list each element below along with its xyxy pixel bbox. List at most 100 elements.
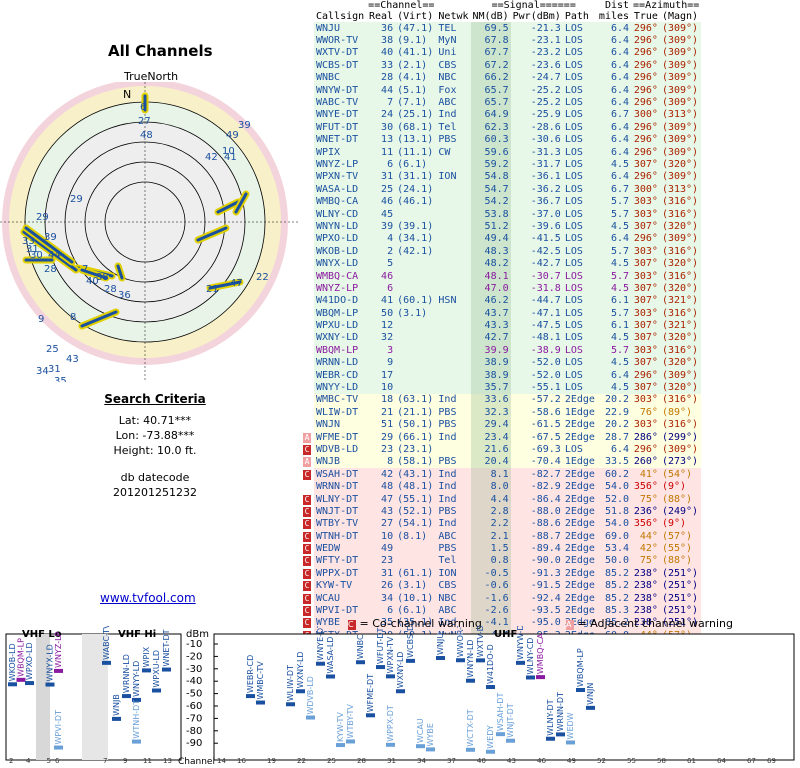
table-row[interactable]: WKOB-LD 2 (42.1) 48.3 -42.5 LOS 5.7 303° (316°) [300,245,702,258]
distance: 50.0 [604,555,630,567]
x-tick: 69 [767,757,776,765]
callsign: WMBQ-CA [316,196,359,208]
table-row[interactable]: WLIW-DT 21 (21.1) PBS 32.3 -58.6 1Edge 22.9 76°(… [300,406,702,419]
table-row[interactable]: WPXN-TV 31 (31.1) ION 54.8 -36.1 LOS 6.4 296° (30… [300,170,702,184]
table-row[interactable]: WNJU 36 (47.1) TEL 69.5 -21.3 LOS 6.4 296° (309°) [300,22,702,35]
table-row[interactable]: WPXO-LD 4 (34.1) 49.4 -41.5 LOS 6.4 296° (309°) [300,232,702,246]
spectrum-bar-label: WTBY-TV [346,704,355,739]
table-row[interactable]: A WNJB 8 (58.1) PBS 20.4 -70.4 1Edge 33.5 260° (27… [300,455,702,469]
table-row[interactable]: WLNY-CD 45 53.8 -37.0 LOS 5.7 303° (316°) [300,207,702,221]
spectrum-bar-label: WNYZ-LP [54,631,63,667]
table-row[interactable]: WBQM-LP 50 (3.1) 43.7 -47.1 LOS 5.7 303° (316°) [300,306,702,320]
table-row[interactable]: WNYE-DT 24 (25.1) Ind 64.9 -25.9 LOS 6.7 300° (31… [300,108,702,122]
spectrum-bar [476,658,485,663]
table-row[interactable]: C WPVI-DT 6 (6.1) ABC -2.6 -93.5 2Edge 85.3 238°(… [300,604,702,617]
table-row[interactable]: WFUT-DT 30 (68.1) Tel 62.3 -28.6 LOS 6.4 296° (30… [300,121,702,134]
signal-power: -25.2 [530,84,561,96]
table-row[interactable]: WNYN-LD 39 (39.1) 51.2 -39.6 LOS 4.5 307° (320°) [300,220,702,233]
noise-margin: 43.3 [470,319,511,332]
table-row[interactable]: WPXU-LD 12 43.3 -47.5 LOS 6.1 307° (321°) [300,319,702,332]
table-row[interactable]: WWOR-TV 38 (9.1) MyN 67.8 -23.1 LOS 6.4 296° (309… [300,34,702,47]
table-row[interactable]: WASA-LD 25 (24.1) 54.7 -36.2 LOS 6.7 300° (313°) [300,183,702,196]
table-row[interactable]: C WPPX-DT 31 (61.1) ION -0.5 -91.3 2Edge 85.2 238… [300,567,702,580]
search-criteria: Search Criteria Lat: 40.71*** Lon: -73.8… [60,392,250,500]
table-row[interactable]: WMBQ-CA 46 (46.1) 54.2 -36.7 LOS 5.7 303° (316°) [300,195,702,208]
real-channel: 32 [381,332,394,344]
distance: 6.4 [610,171,630,183]
distance: 6.4 [610,22,630,34]
table-row[interactable]: WRNN-LD 9 38.9 -52.0 LOS 4.5 307° (320°) [300,356,702,369]
table-row[interactable]: C WTBY-TV 27 (54.1) Ind 2.2 -88.6 2Edge 54.0 356°… [300,517,702,531]
table-row[interactable]: WNET-DT 13 (13.1) PBS 60.3 -30.6 LOS 6.4 296° (30… [300,133,702,146]
table-row[interactable]: WBQM-LP 3 39.9 -38.9 LOS 5.7 303° (316°) [300,344,702,357]
signal-power: -70.4 [530,456,561,468]
real-channel: 40 [381,47,394,59]
channel-axis-label: Channel [178,757,215,767]
table-row[interactable]: C WEDW 49 PBS 1.5 -89.4 2Edge 53.4 42° (55°) [300,542,702,555]
noise-margin: 69.5 [470,22,511,35]
spectrum-bar-label: WRNN-DT [556,692,565,731]
warn-indicator [300,207,314,221]
warn-indicator [300,257,314,270]
table-row[interactable]: WNYY-LD 10 35.7 -55.1 LOS 4.5 307° (320°) [300,381,702,394]
table-row[interactable]: W41DO-D 41 (60.1) HSN 46.2 -44.7 LOS 6.1 307° (32… [300,294,702,307]
warn-indicator [300,331,314,345]
table-row[interactable]: C WLNY-DT 47 (55.1) Ind 4.4 -86.4 2Edge 52.0 75°(… [300,492,702,506]
table-row[interactable]: WNYZ-LP 6 (6.1) 59.2 -31.7 LOS 4.5 307° (320°) [300,158,702,171]
table-row[interactable]: WPIX 11 (11.1) CW 59.6 -31.3 LOS 6.4 296° (309°) [300,145,702,159]
table-row[interactable]: WABC-TV 7 (7.1) ABC 65.7 -25.2 LOS 6.4 296° (309°… [300,96,702,109]
virtual-channel: (5.1) [397,84,428,96]
spectrum-bar [54,668,63,673]
table-row[interactable]: WXNY-LD 32 42.7 -48.1 LOS 4.5 307° (320°) [300,331,702,345]
cochannel-warning-icon: C [303,606,311,617]
spectrum-bar-label: WNYE-DT [316,626,325,661]
spectrum-bar [366,713,375,718]
table-row[interactable]: WCBS-DT 33 (2.1) CBS 67.2 -23.6 LOS 6.4 296° (309… [300,59,702,72]
network [436,344,470,356]
table-row[interactable]: C WDVB-LD 23 (23.1) 21.6 -69.3 LOS 6.4 296° (309°… [300,443,702,456]
callsign: WXNY-LD [316,332,359,344]
distance: 6.4 [610,369,630,381]
azimuth-magnetic: (309°) [661,59,699,71]
network: ABC [438,97,457,109]
azimuth-magnetic: (316°) [661,208,699,220]
network [436,233,470,245]
signal-power: -31.7 [530,158,561,170]
table-row[interactable]: C WTNH-DT 10 (8.1) ABC 2.1 -88.7 2Edge 69.0 44° (5… [300,530,702,543]
table-row[interactable]: WMBQ-CA 46 48.1 -30.7 LOS 5.7 303° (316°) [300,269,702,283]
table-row[interactable]: WNYW-DT 44 (5.1) Fox 65.7 -25.2 LOS 6.4 296° (309… [300,83,702,97]
table-row[interactable]: C WCAU 34 (10.1) NBC -1.6 -92.4 2Edge 85.2 238° (2… [300,591,702,605]
distance: 4.5 [610,258,630,270]
table-row[interactable]: WXTV-DT 40 (41.1) Uni 67.7 -23.2 LOS 6.4 296° (30… [300,46,702,60]
noise-margin: 33.6 [470,393,511,407]
path: LOS [564,97,583,109]
table-row[interactable]: WNYX-LD 5 48.2 -42.7 LOS 4.5 307° (320°) [300,257,702,270]
path: LOS [564,344,583,356]
table-row[interactable]: C KYW-TV 26 (3.1) CBS -0.6 -91.5 2Edge 85.2 238°(… [300,579,702,592]
distance: 6.4 [610,443,630,455]
virtual-channel [395,381,436,393]
callsign: W41DO-D [316,295,359,307]
noise-margin: 64.9 [470,108,511,122]
table-row[interactable]: C WFTY-DT 23 Tel 0.8 -90.0 2Edge 50.0 75° (88°) [300,554,702,568]
signal-power: -31.8 [530,282,561,294]
table-row[interactable]: C WSAH-DT 42 (43.1) Ind 8.1 -82.7 2Edge 60.2 41°(… [300,468,702,481]
path: LOS [564,295,583,307]
table-row[interactable]: WMBC-TV 18 (63.1) Ind 33.6 -57.2 2Edge 20.2 303°… [300,393,702,407]
warn-indicator [300,96,314,109]
warn-indicator: C [300,468,314,481]
path: 2Edge [564,567,595,579]
criteria-lat: Lat: 40.71*** [118,414,192,427]
table-row[interactable]: C WNJT-DT 43 (52.1) PBS 2.8 -88.0 2Edge 51.8 236°… [300,505,702,518]
virtual-channel [395,555,436,567]
table-row[interactable]: A WFME-DT 29 (66.1) Ind 23.4 -67.5 2Edge 28.7 286… [300,430,702,444]
tvfool-link[interactable]: www.tvfool.com [100,591,196,605]
table-row[interactable]: WEBR-CD 17 38.9 -52.0 LOS 6.4 296° (309°) [300,368,702,382]
spectrum-bar-label: WPVI-DT [54,710,63,745]
table-row[interactable]: WNYZ-LP 6 47.0 -31.8 LOS 4.5 307° (320°) [300,282,702,295]
warn-indicator [300,381,314,394]
path: LOS [564,121,583,133]
table-row[interactable]: WRNN-DT 48 (48.1) Ind 8.0 -82.9 2Edge 54.0 356°(… [300,480,702,493]
table-row[interactable]: WNBC 28 (4.1) NBC 66.2 -24.7 LOS 6.4 296° (309°) [300,71,702,84]
table-row[interactable]: WNJN 51 (50.1) PBS 29.4 -61.5 2Edge 20.2 303° (31… [300,418,702,431]
